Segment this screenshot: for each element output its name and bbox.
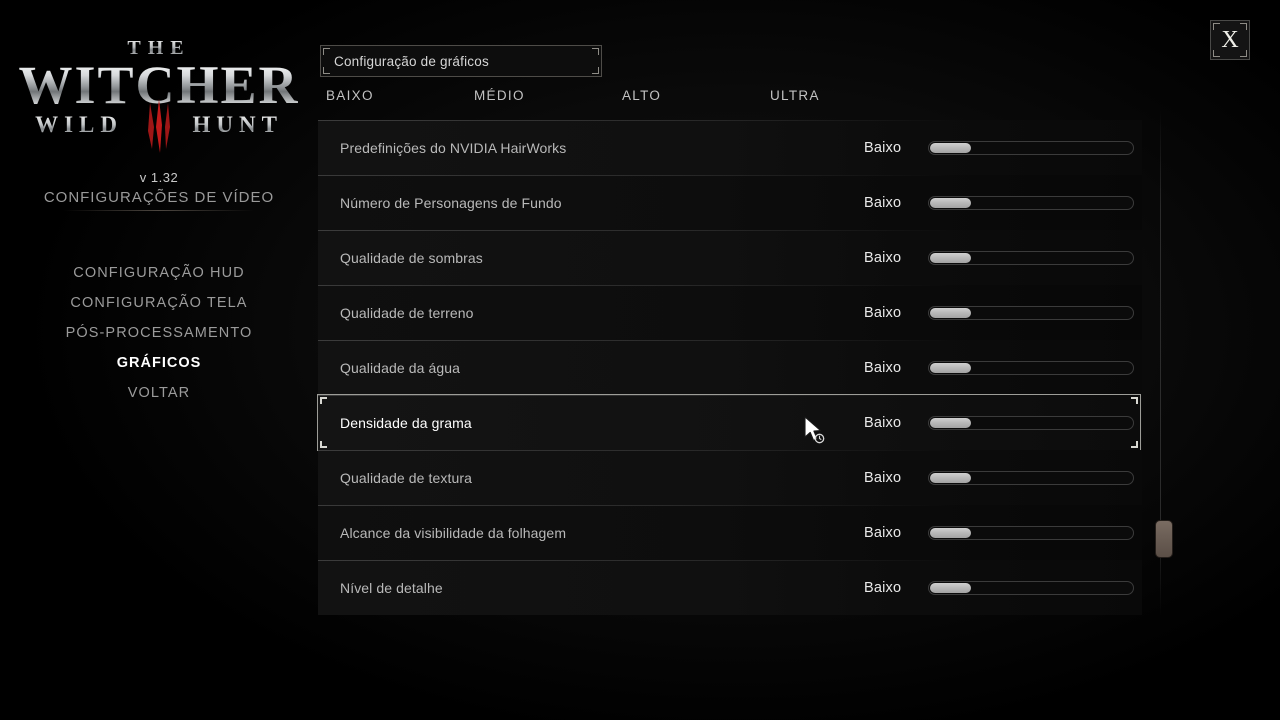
preset-tabs: BAIXO MÉDIO ALTO ULTRA [318, 88, 878, 108]
setting-value: Baixo [864, 469, 902, 486]
row-separator [318, 560, 958, 561]
settings-row[interactable]: Qualidade da água Baixo [318, 340, 1142, 395]
logo-wild-hunt-text: WILD HUNT [0, 99, 318, 154]
setting-value: Baixo [864, 139, 902, 156]
settings-row[interactable]: Qualidade de terreno Baixo [318, 285, 1142, 340]
scrollbar[interactable] [1155, 125, 1173, 615]
setting-value: Baixo [864, 304, 902, 321]
setting-label: Alcance da visibilidade da folhagem [340, 524, 567, 541]
setting-slider[interactable] [928, 580, 1134, 595]
settings-row[interactable]: Número de Personagens de Fundo Baixo [318, 175, 1142, 230]
logo-hunt-text: HUNT [192, 112, 283, 138]
corner-mark-br [1240, 50, 1247, 57]
sidebar-item-graphics[interactable]: GRÁFICOS [0, 348, 318, 378]
slider-fill [930, 142, 971, 153]
settings-row[interactable]: Predefinições do NVIDIA HairWorks Baixo [318, 120, 1142, 175]
title-underline [64, 210, 254, 211]
setting-label: Qualidade de textura [340, 469, 472, 486]
setting-slider[interactable] [928, 305, 1134, 320]
sidebar-item-screen[interactable]: CONFIGURAÇÃO TELA [0, 288, 318, 318]
settings-panel: Configuração de gráficos BAIXO MÉDIO ALT… [317, 0, 1163, 720]
settings-list: Predefinições do NVIDIA HairWorks Baixo Nú… [317, 120, 1163, 615]
close-button[interactable]: X [1210, 20, 1250, 60]
row-separator [318, 175, 958, 176]
setting-value: Baixo [864, 359, 902, 376]
settings-row[interactable]: Qualidade de textura Baixo [318, 450, 1142, 505]
row-separator [318, 120, 958, 121]
setting-slider[interactable] [928, 525, 1134, 540]
close-icon: X [1221, 27, 1239, 53]
preset-tab-baixo[interactable]: BAIXO [326, 88, 374, 103]
corner-mark-tr [592, 48, 599, 55]
slider-fill [930, 197, 971, 208]
slider-fill [930, 582, 971, 593]
corner-mark-tl [320, 397, 327, 404]
corner-mark-tr [1240, 23, 1247, 30]
setting-label: Qualidade da água [340, 359, 461, 376]
game-logo: THE WITCHER WILD HUNT [0, 38, 318, 154]
corner-mark-br [592, 67, 599, 74]
row-separator [318, 230, 958, 231]
sidebar-item-back[interactable]: VOLTAR [0, 378, 318, 408]
settings-row[interactable]: Nível de detalhe Baixo [318, 560, 1142, 615]
corner-mark-bl [323, 67, 330, 74]
setting-slider[interactable] [928, 250, 1134, 265]
corner-mark-tl [323, 48, 330, 55]
setting-value: Baixo [864, 414, 902, 431]
setting-label: Qualidade de sombras [340, 249, 483, 266]
setting-label: Densidade da grama [340, 414, 472, 431]
corner-mark-tr [1131, 397, 1138, 404]
preset-tab-medio[interactable]: MÉDIO [474, 88, 525, 103]
row-separator [318, 285, 958, 286]
row-separator [318, 505, 958, 506]
slider-fill [930, 417, 971, 428]
preset-tab-ultra[interactable]: ULTRA [770, 88, 820, 103]
settings-row[interactable]: Densidade da grama Baixo [317, 394, 1142, 451]
row-separator [318, 450, 958, 451]
corner-mark-bl [1213, 50, 1220, 57]
setting-value: Baixo [864, 524, 902, 541]
setting-value: Baixo [864, 194, 902, 211]
dropdown-selected-label: Configuração de gráficos [334, 53, 489, 69]
sidebar-item-postprocessing[interactable]: PÓS-PROCESSAMENTO [0, 318, 318, 348]
row-separator [318, 340, 958, 341]
setting-slider[interactable] [928, 415, 1134, 430]
sidebar-item-hud[interactable]: CONFIGURAÇÃO HUD [0, 258, 318, 288]
corner-mark-bl [320, 441, 327, 448]
row-separator [318, 395, 958, 396]
scrollbar-thumb[interactable] [1155, 520, 1173, 558]
sidebar: THE WITCHER WILD HUNT v 1.32 CONFIGURAÇÕ… [0, 0, 318, 720]
sidebar-menu: CONFIGURAÇÃO HUD CONFIGURAÇÃO TELA PÓS-P… [0, 258, 318, 408]
slider-fill [930, 472, 971, 483]
setting-label: Número de Personagens de Fundo [340, 194, 562, 211]
settings-row[interactable]: Qualidade de sombras Baixo [318, 230, 1142, 285]
slider-fill [930, 252, 971, 263]
setting-label: Qualidade de terreno [340, 304, 474, 321]
setting-value: Baixo [864, 249, 902, 266]
corner-mark-tl [1213, 23, 1220, 30]
page-title: CONFIGURAÇÕES DE VÍDEO [43, 189, 275, 206]
setting-slider[interactable] [928, 140, 1134, 155]
slider-fill [930, 362, 971, 373]
graphics-preset-dropdown[interactable]: Configuração de gráficos [320, 45, 602, 77]
version-label: v 1.32 [139, 170, 179, 185]
setting-slider[interactable] [928, 360, 1134, 375]
slider-fill [930, 307, 971, 318]
preset-tab-alto[interactable]: ALTO [622, 88, 661, 103]
slider-fill [930, 527, 971, 538]
setting-slider[interactable] [928, 470, 1134, 485]
setting-value: Baixo [864, 579, 902, 596]
setting-slider[interactable] [928, 195, 1134, 210]
corner-mark-br [1131, 441, 1138, 448]
setting-label: Predefinições do NVIDIA HairWorks [340, 139, 567, 156]
logo-wild-text: WILD [35, 112, 123, 138]
witcher-claw-icon [148, 99, 170, 154]
game-settings-screen: THE WITCHER WILD HUNT v 1.32 CONFIGURAÇÕ… [0, 0, 1280, 720]
setting-label: Nível de detalhe [340, 579, 443, 596]
settings-row[interactable]: Alcance da visibilidade da folhagem Baixo [318, 505, 1142, 560]
